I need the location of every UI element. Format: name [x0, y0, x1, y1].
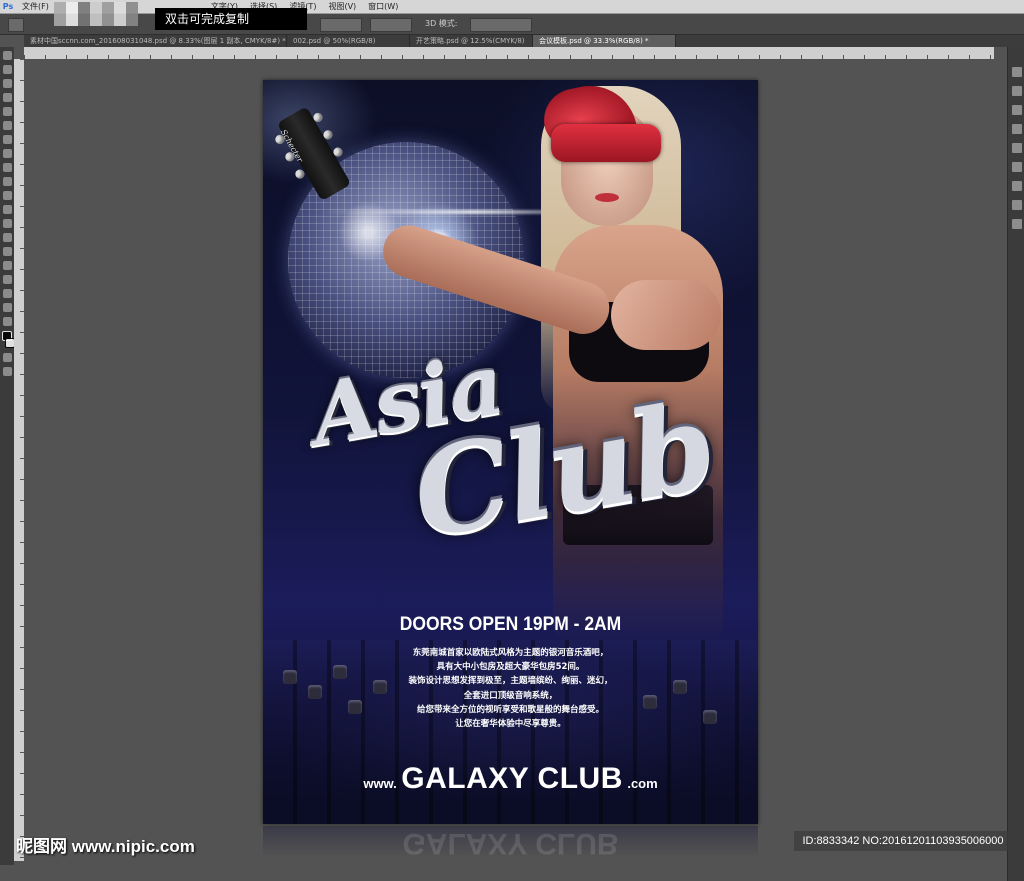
properties-panel-icon[interactable]	[1011, 86, 1022, 96]
quick-mask-icon[interactable]	[2, 353, 12, 362]
brush-tool-icon[interactable]	[2, 149, 12, 158]
tools-panel	[0, 47, 15, 865]
tool-preset-button[interactable]	[8, 18, 24, 32]
poster-reflection: GALAXY CLUB	[263, 826, 758, 861]
doors-open-text: DOORS OPEN 19PM - 2AM	[399, 614, 622, 635]
description-line: 东莞南城首家以欧陆式风格为主题的银河音乐酒吧，	[412, 648, 609, 658]
marquee-tool-icon[interactable]	[2, 65, 12, 74]
hand-tool-icon[interactable]	[2, 303, 12, 312]
copy-tooltip: 双击可完成复制	[155, 8, 307, 30]
tab-document-active[interactable]: 会议模板.psd @ 33.3%(RGB/8) *	[533, 35, 676, 47]
document-tabs: 素材中国sccnn.com_201608031048.psd @ 8.33%(图…	[24, 35, 1024, 47]
history-panel-icon[interactable]	[1011, 67, 1022, 77]
watermark-id: ID:8833342 NO:20161201103935006000	[794, 831, 1012, 851]
dodge-tool-icon[interactable]	[2, 233, 12, 242]
eyedropper-tool-icon[interactable]	[2, 121, 12, 130]
website-suffix: .com	[627, 776, 658, 791]
website-prefix: www.	[363, 776, 397, 791]
screen-mode-icon[interactable]	[2, 367, 12, 376]
tab-document-1[interactable]: 素材中国sccnn.com_201608031048.psd @ 8.33%(图…	[24, 35, 287, 47]
description-line: 让您在奢华体验中尽享尊贵。	[455, 719, 566, 730]
menu-bar: Ps 文件(F) 文字(Y) 选择(S) 滤镜(T) 视图(V) 窗口(W)	[0, 0, 1024, 14]
distribute-buttons[interactable]	[370, 18, 412, 32]
eraser-tool-icon[interactable]	[2, 191, 12, 200]
website-main: GALAXY CLUB	[401, 762, 623, 795]
watermark-nipic: 昵图网 www.nipic.com	[16, 837, 195, 856]
masked-woman-image	[376, 80, 758, 645]
crop-tool-icon[interactable]	[2, 107, 12, 116]
path-select-tool-icon[interactable]	[2, 275, 12, 284]
clone-stamp-tool-icon[interactable]	[2, 163, 12, 172]
website-text: www. GALAXY CLUB .com	[263, 762, 758, 796]
align-buttons[interactable]	[320, 18, 362, 32]
description-line: 全套进口顶级音响系统，	[463, 690, 558, 701]
pixelated-region	[54, 2, 138, 26]
poster-artboard[interactable]: Schecter Asia Club DOORS OPEN 19PM - 2AM…	[263, 80, 758, 824]
layers-panel-icon[interactable]	[1011, 124, 1022, 134]
adjustments-panel-icon[interactable]	[1011, 105, 1022, 115]
panel-dock	[1007, 47, 1024, 881]
3d-mode-buttons[interactable]	[470, 18, 532, 32]
swatches-panel-icon[interactable]	[1011, 219, 1022, 229]
menu-file[interactable]: 文件(F)	[16, 1, 55, 12]
move-tool-icon[interactable]	[2, 51, 12, 60]
tab-document-3[interactable]: 开艺策略.psd @ 12.5%(CMYK/8)	[410, 35, 533, 47]
reflection-text: GALAXY CLUB	[402, 827, 619, 860]
background-color-swatch[interactable]	[4, 338, 15, 348]
character-panel-icon[interactable]	[1011, 181, 1022, 191]
options-bar: 3D 模式:	[0, 14, 1024, 35]
history-brush-tool-icon[interactable]	[2, 177, 12, 186]
3d-mode-label: 3D 模式:	[425, 19, 458, 28]
blur-tool-icon[interactable]	[2, 219, 12, 228]
description-line: 给您带来全方位的视听享受和歌星般的舞台感受。	[416, 704, 604, 715]
tab-document-2[interactable]: 002.psd @ 50%(RGB/8)	[287, 35, 410, 47]
photoshop-logo-icon: Ps	[2, 2, 14, 11]
shape-tool-icon[interactable]	[2, 289, 12, 298]
masquerade-mask-image	[538, 80, 668, 181]
healing-tool-icon[interactable]	[2, 135, 12, 144]
menu-window[interactable]: 窗口(W)	[362, 1, 404, 12]
description-line: 具有大中小包房及超大豪华包房52间。	[436, 662, 585, 673]
channels-panel-icon[interactable]	[1011, 143, 1022, 153]
vertical-ruler	[14, 59, 24, 861]
gradient-tool-icon[interactable]	[2, 205, 12, 214]
type-tool-icon[interactable]	[2, 261, 12, 270]
paths-panel-icon[interactable]	[1011, 162, 1022, 172]
quick-select-tool-icon[interactable]	[2, 93, 12, 102]
paragraph-panel-icon[interactable]	[1011, 200, 1022, 210]
description-block: 东莞南城首家以欧陆式风格为主题的银河音乐酒吧， 具有大中小包房及超大豪华包房52…	[263, 646, 758, 731]
lasso-tool-icon[interactable]	[2, 79, 12, 88]
description-line: 装饰设计思想发挥到极至，主题墙缤纷、绚丽、迷幻，	[408, 676, 613, 687]
menu-view[interactable]: 视图(V)	[322, 1, 362, 12]
zoom-tool-icon[interactable]	[2, 317, 12, 326]
pen-tool-icon[interactable]	[2, 247, 12, 256]
